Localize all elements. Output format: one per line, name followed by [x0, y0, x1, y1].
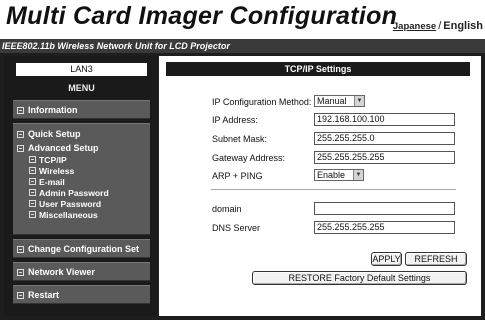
subnet-mask-field[interactable]: 255.255.255.0 [314, 132, 455, 145]
expand-icon [17, 268, 24, 276]
sidebar-item-tcpip[interactable]: TCP/IP [13, 154, 150, 165]
sidebar-item-user-password[interactable]: User Password [13, 198, 150, 209]
collapse-icon [17, 144, 24, 152]
sidebar-section-change-config: Change Configuration Set [13, 239, 150, 258]
lan-indicator: LAN3 [16, 63, 147, 76]
chevron-down-icon: ▼ [353, 170, 363, 180]
sidebar-section-network-viewer: Network Viewer [13, 262, 150, 281]
sidebar-section-restart: Restart [13, 285, 150, 304]
bullet-icon [29, 167, 36, 174]
arp-ping-value: Enable [317, 170, 346, 180]
apply-button[interactable]: APPLY [371, 252, 402, 266]
chevron-down-icon: ▼ [354, 96, 364, 106]
dns-server-label: DNS Server [212, 223, 261, 233]
restore-defaults-button[interactable]: RESTORE Factory Default Settings [252, 271, 467, 285]
refresh-button[interactable]: REFRESH [405, 252, 467, 266]
sidebar-item-label: User Password [39, 198, 102, 209]
sidebar-item-label: Network Viewer [28, 267, 95, 277]
ip-method-value: Manual [317, 96, 347, 106]
app-title: Multi Card Imager Configuration [6, 2, 398, 30]
expand-icon [17, 106, 24, 114]
sidebar-item-label: Advanced Setup [28, 143, 99, 153]
gateway-address-label: Gateway Address: [212, 153, 286, 163]
japanese-link[interactable]: Japanese [393, 21, 436, 32]
sidebar-item-label: Change Configuration Set [28, 244, 139, 254]
sidebar-item-label: TCP/IP [39, 154, 67, 165]
sidebar-item-wireless[interactable]: Wireless [13, 165, 150, 176]
arp-ping-label: ARP + PING [212, 171, 263, 181]
section-divider [211, 189, 456, 190]
language-separator: / [438, 20, 442, 32]
english-label: English [443, 20, 483, 32]
sidebar-item-network-viewer[interactable]: Network Viewer [13, 266, 150, 278]
expand-icon [17, 245, 24, 253]
sidebar-section-setup: Quick Setup Advanced Setup TCP/IP Wirele… [13, 123, 150, 235]
ip-method-label: IP Configuration Method: [212, 97, 312, 107]
gateway-address-field[interactable]: 255.255.255.255 [314, 151, 455, 164]
bullet-icon [29, 189, 36, 196]
arp-ping-select[interactable]: Enable ▼ [314, 169, 364, 181]
bullet-icon [29, 211, 36, 218]
ip-method-select[interactable]: Manual ▼ [314, 95, 365, 107]
ip-address-field[interactable]: 192.168.100.100 [314, 113, 455, 126]
domain-field[interactable] [314, 202, 455, 215]
sidebar-item-label: Wireless [39, 165, 75, 176]
domain-label: domain [212, 204, 242, 214]
bullet-icon [29, 200, 36, 207]
product-subtitle: IEEE802.11b Wireless Network Unit for LC… [0, 39, 485, 53]
subnet-mask-label: Subnet Mask: [212, 134, 268, 144]
expand-icon [17, 130, 24, 138]
sidebar-item-label: Restart [28, 290, 60, 300]
bullet-icon [29, 178, 36, 185]
sidebar-item-change-configuration-set[interactable]: Change Configuration Set [13, 243, 150, 255]
language-switch: Japanese / English [393, 20, 483, 32]
bullet-icon [29, 156, 36, 163]
ip-address-label: IP Address: [212, 115, 258, 125]
menu-title: MENU [68, 83, 95, 93]
sidebar-item-advanced-setup[interactable]: Advanced Setup [13, 142, 150, 154]
sidebar-item-label: Information [28, 105, 78, 115]
sidebar-item-label: Admin Password [39, 187, 109, 198]
section-header: TCP/IP Settings [166, 62, 470, 76]
dns-server-field[interactable]: 255.255.255.255 [314, 221, 455, 234]
sidebar-item-information[interactable]: Information [13, 104, 150, 116]
sidebar-item-admin-password[interactable]: Admin Password [13, 187, 150, 198]
sidebar-item-miscellaneous[interactable]: Miscellaneous [13, 209, 150, 220]
sidebar-item-label: E-mail [39, 176, 65, 187]
sidebar-item-email[interactable]: E-mail [13, 176, 150, 187]
expand-icon [17, 291, 24, 299]
sidebar-item-label: Quick Setup [28, 129, 81, 139]
sidebar-section-information: Information [13, 100, 150, 119]
sidebar-item-label: Miscellaneous [39, 209, 98, 220]
sidebar-item-quick-setup[interactable]: Quick Setup [13, 128, 150, 140]
sidebar-item-restart[interactable]: Restart [13, 289, 150, 301]
